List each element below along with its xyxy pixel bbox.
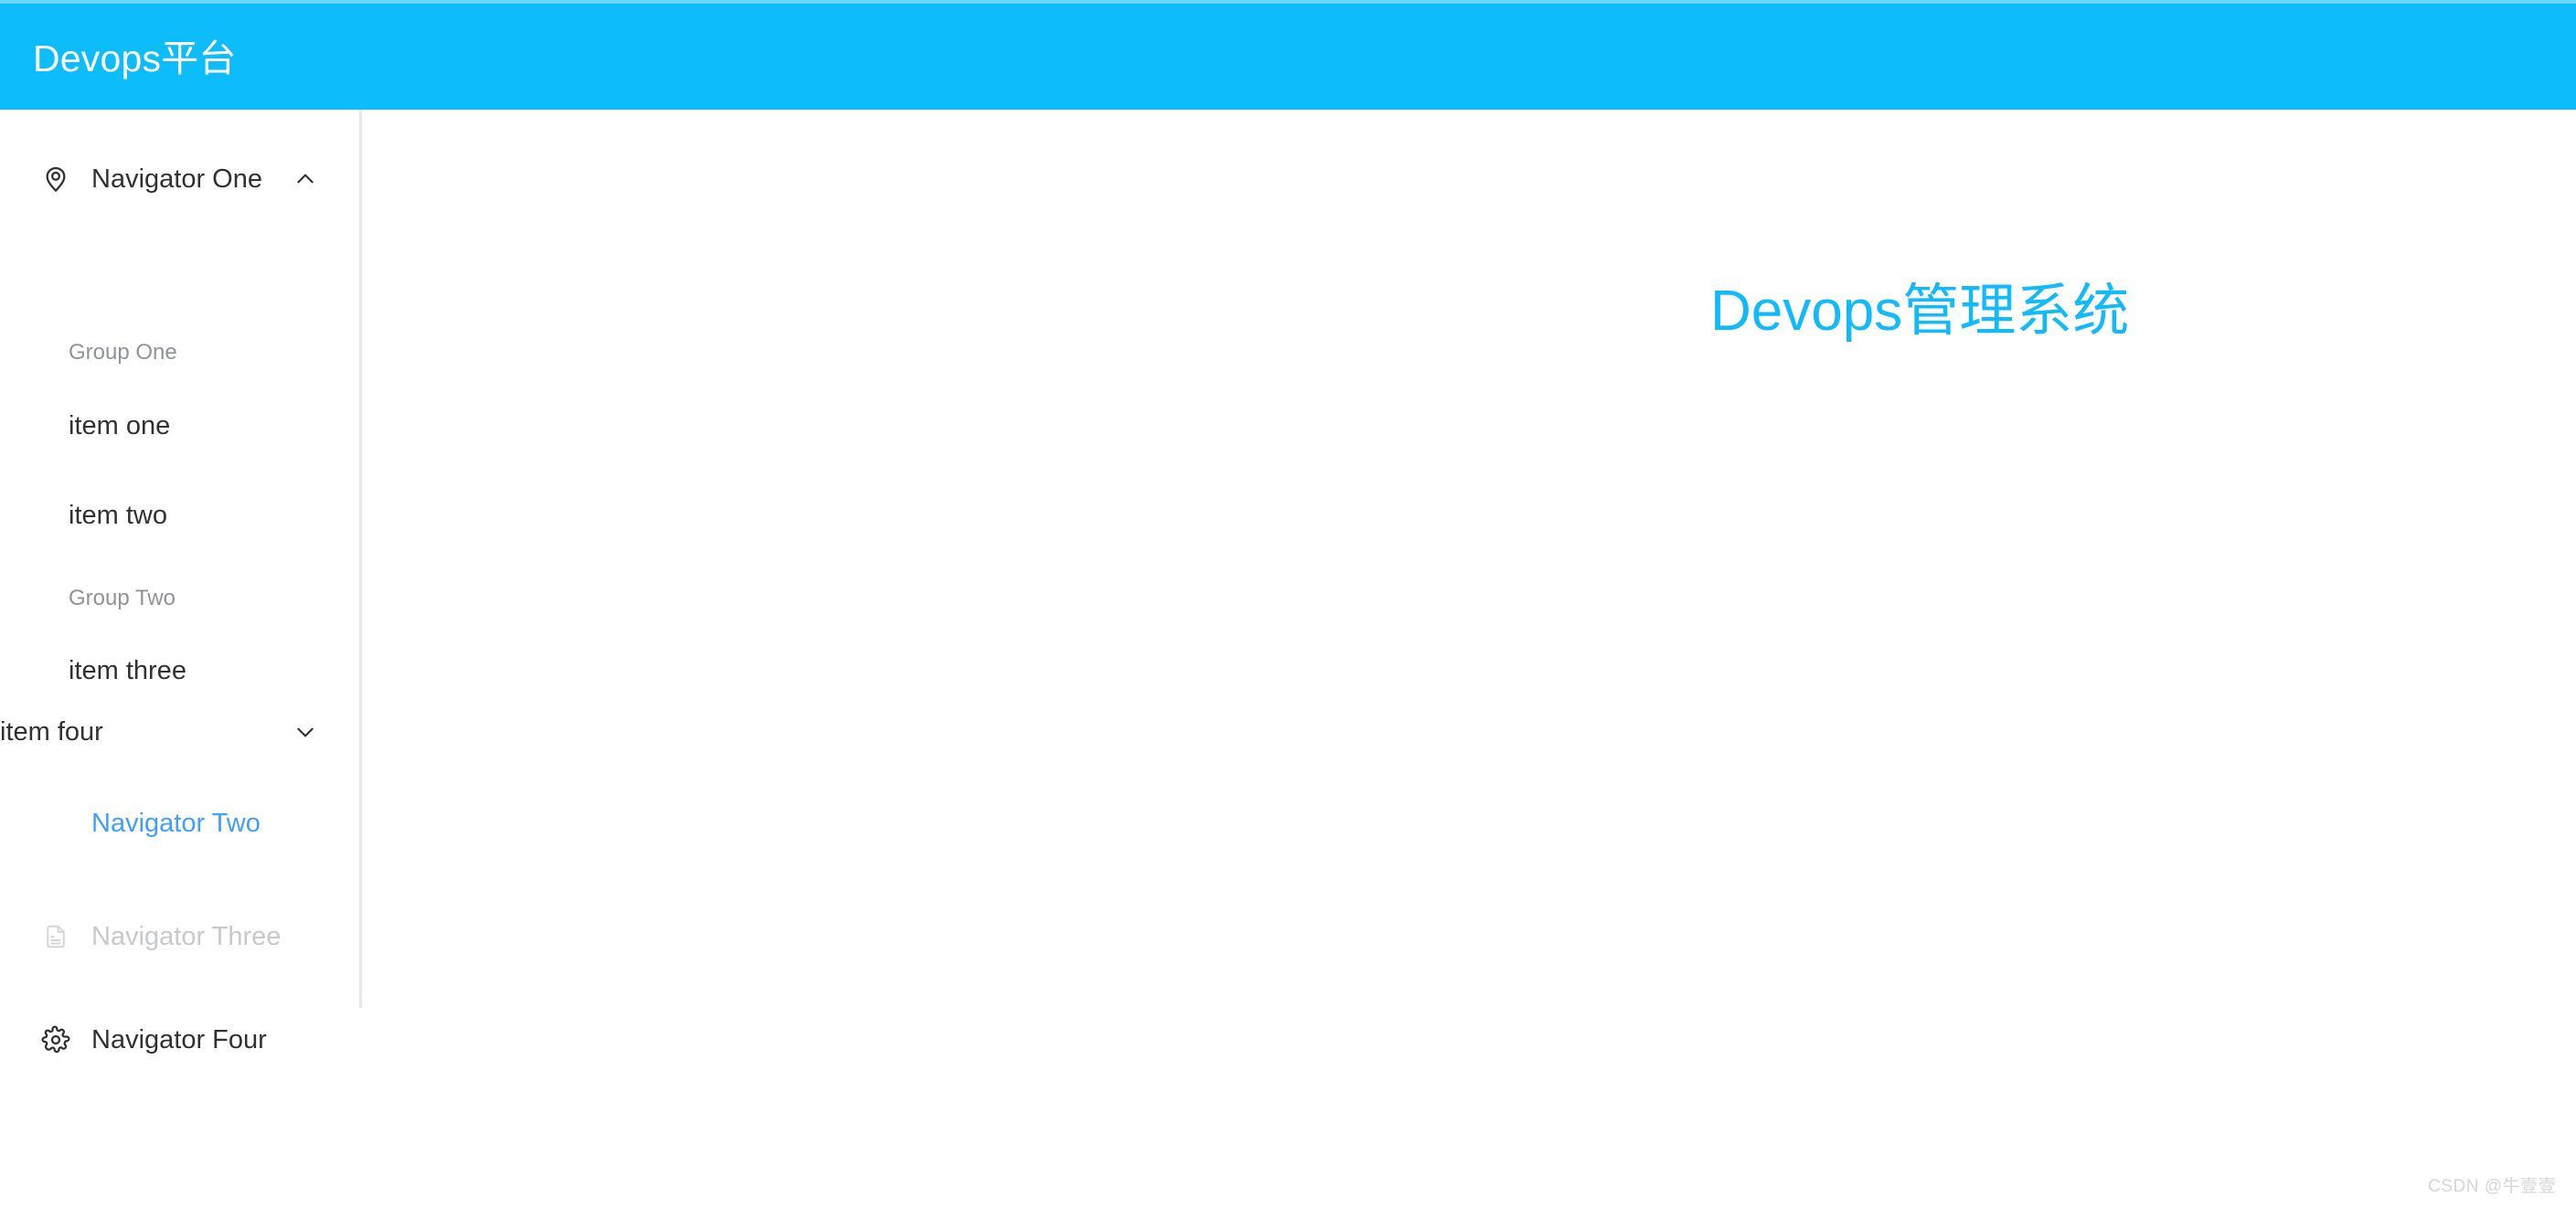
sidebar-item-navigator-four[interactable]: Navigator Four [0,1018,359,1062]
sidebar-group-title-one: Group One [69,340,177,365]
document-icon [40,921,71,952]
sidebar-item-navigator-one[interactable]: Navigator One [0,157,359,201]
app-header: Devops平台 [0,0,2576,110]
sidebar-subitem-item-one[interactable]: item one [69,413,170,440]
page-title: Devops管理系统 [1710,279,2130,343]
sidebar-group-title-two: Group Two [69,586,176,610]
app-title: Devops平台 [33,37,237,79]
sidebar-subitem-label: item four [0,716,103,747]
main-content: Devops管理系统 [365,110,2576,1208]
chevron-down-icon[interactable] [293,720,317,744]
sidebar-subitem-item-two[interactable]: item two [69,503,167,529]
navigator-two-icon-placeholder [40,808,71,839]
sidebar-item-navigator-two[interactable]: Navigator Two [0,801,359,845]
sidebar: Navigator One Group One item one item tw… [0,110,362,1054]
sidebar-item-label: Navigator Three [91,921,282,951]
sidebar-subitem-item-three[interactable]: item three [69,658,186,684]
location-pin-icon [40,164,71,195]
sidebar-item-label: Navigator One [91,164,262,194]
sidebar-subitem-item-four[interactable]: item four [0,708,359,756]
sidebar-item-label: Navigator Two [91,808,261,838]
sidebar-item-label: Navigator Four [91,1024,267,1054]
sidebar-item-navigator-three: Navigator Three [0,915,359,959]
chevron-up-icon[interactable] [293,167,317,191]
gear-icon [40,1024,71,1055]
watermark: CSDN @牛壹壹 [2428,1177,2556,1196]
